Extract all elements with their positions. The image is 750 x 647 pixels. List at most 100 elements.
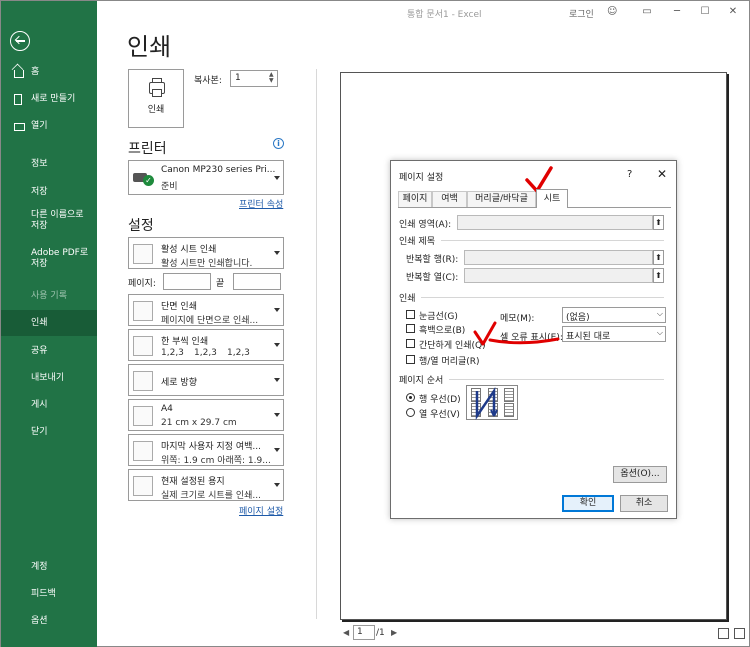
nav-item-publish[interactable]: 게시: [1, 392, 97, 418]
nav-item-export[interactable]: 내보내기: [1, 365, 97, 391]
cols-repeat-input[interactable]: [464, 268, 653, 283]
sign-in-link[interactable]: 로그인: [569, 7, 594, 20]
page-number-input[interactable]: 1: [353, 625, 375, 640]
collapse-dialog-icon[interactable]: ⬆: [653, 250, 664, 265]
zoom-to-page-icon[interactable]: [734, 628, 745, 639]
info-icon[interactable]: i: [273, 138, 284, 149]
nav-item-print[interactable]: 인쇄: [1, 310, 97, 336]
next-page-icon[interactable]: ▶: [391, 628, 397, 637]
printer-properties-link[interactable]: 프린터 속성: [239, 197, 283, 210]
tab-page[interactable]: 페이지: [398, 191, 432, 207]
cancel-button[interactable]: 취소: [620, 495, 668, 512]
paper-size-dropdown[interactable]: A4 21 cm x 29.7 cm: [128, 399, 284, 431]
page-total: /1: [376, 628, 385, 638]
draft-checkbox[interactable]: [406, 339, 415, 348]
sides-dropdown[interactable]: 단면 인쇄 페이지에 단면으로 인쇄...: [128, 294, 284, 326]
collapse-dialog-icon[interactable]: ⬆: [653, 268, 664, 283]
help-icon[interactable]: ?: [627, 169, 632, 180]
section-rule: [449, 379, 664, 380]
spin-arrows-icon[interactable]: ▲ ▼: [269, 72, 275, 85]
nav-item-home[interactable]: 홈: [1, 59, 97, 85]
margins-label: 마지막 사용자 지정 여백...: [161, 442, 261, 452]
close-icon[interactable]: ✕: [728, 7, 738, 17]
tab-sheet[interactable]: 시트: [536, 189, 568, 208]
nav-item-label: 인쇄: [31, 318, 48, 328]
tab-header-footer[interactable]: 머리글/바닥글: [467, 191, 536, 207]
rows-repeat-label: 반복할 행(R):: [406, 255, 459, 265]
headings-checkbox[interactable]: [406, 355, 415, 364]
nav-item-label: 저장: [31, 187, 48, 197]
rows-repeat-input[interactable]: [464, 250, 653, 265]
collate-label: 한 부씩 인쇄: [161, 337, 209, 347]
home-icon: [14, 70, 24, 78]
pages-from-input[interactable]: [163, 273, 211, 290]
collapse-dialog-icon[interactable]: ⬆: [653, 215, 664, 230]
print-button[interactable]: 인쇄: [128, 69, 184, 128]
printer-icon: [149, 78, 165, 97]
bw-checkbox[interactable]: [406, 324, 415, 333]
ribbon-display-icon[interactable]: ▭: [642, 7, 652, 17]
paper-size-icon: [133, 406, 153, 426]
nav-item-label: 게시: [31, 400, 48, 410]
down-then-over-label: 행 우선(D): [419, 395, 461, 405]
nav-item-save-pdf[interactable]: Adobe PDF로 저장: [1, 245, 91, 273]
order-arrow-icon: [475, 386, 498, 421]
dialog-close-icon[interactable]: ✕: [657, 167, 667, 181]
printer-dropdown[interactable]: Canon MP230 series Pri... 준비: [128, 160, 284, 195]
headings-label: 행/열 머리글(R): [419, 357, 480, 367]
printer-status: 준비: [161, 182, 178, 192]
margins-icon: [133, 441, 153, 461]
draft-label: 간단하게 인쇄(Q): [419, 341, 486, 351]
over-then-down-radio[interactable]: [406, 408, 415, 417]
backstage-nav: 홈 새로 만들기 열기 정보 저장 다른 이름으로 저장 Adobe PDF로 …: [1, 1, 97, 647]
show-margins-icon[interactable]: [718, 628, 729, 639]
chevron-down-icon: [274, 483, 280, 487]
copies-input[interactable]: 1 ▲ ▼: [230, 70, 278, 87]
page-setup-link[interactable]: 페이지 설정: [239, 504, 283, 517]
nav-item-save-as[interactable]: 다른 이름으로 저장: [1, 207, 91, 235]
print-scope-dropdown[interactable]: 활성 시트 인쇄 활성 시트만 인쇄합니다.: [128, 237, 284, 269]
print-button-label: 인쇄: [147, 105, 165, 115]
collate-seq-item: 1,2,3: [227, 348, 250, 358]
nav-item-open[interactable]: 열기: [1, 113, 97, 139]
orientation-dropdown[interactable]: 세로 방향: [128, 364, 284, 396]
maximize-icon[interactable]: ☐: [700, 7, 710, 17]
nav-item-info[interactable]: 정보: [1, 151, 97, 177]
pages-to-input[interactable]: [233, 273, 281, 290]
orientation-label: 세로 방향: [161, 378, 197, 388]
minimize-icon[interactable]: ─: [672, 7, 682, 17]
pages-range-row: 페이지: 끝: [128, 273, 284, 290]
collate-dropdown[interactable]: 한 부씩 인쇄 1,2,3 1,2,3 1,2,3: [128, 329, 284, 361]
print-area-input[interactable]: [457, 215, 653, 230]
margins-desc: 위쪽: 1.9 cm 아래쪽: 1.9...: [161, 456, 271, 466]
nav-item-save[interactable]: 저장: [1, 179, 97, 205]
nav-item-label: Adobe PDF로 저장: [31, 248, 89, 269]
nav-item-label: 사용 기록: [31, 291, 67, 301]
settings-section-title: 설정: [128, 218, 154, 234]
nav-item-label: 새로 만들기: [31, 94, 76, 104]
ok-button[interactable]: 확인: [562, 495, 614, 512]
back-arrow-icon[interactable]: [10, 31, 30, 51]
sides-desc: 페이지에 단면으로 인쇄...: [161, 316, 259, 326]
chevron-down-icon: [274, 378, 280, 382]
down-then-over-radio[interactable]: [406, 393, 415, 402]
margins-dropdown[interactable]: 마지막 사용자 지정 여백... 위쪽: 1.9 cm 아래쪽: 1.9...: [128, 434, 284, 466]
nav-item-account[interactable]: 계정: [1, 554, 97, 580]
errors-select[interactable]: 표시된 대로 ⌵: [562, 326, 666, 342]
nav-item-label: 내보내기: [31, 373, 65, 383]
nav-item-label: 피드백: [31, 589, 56, 599]
portrait-icon: [133, 371, 153, 391]
comments-select[interactable]: (없음) ⌵: [562, 307, 666, 323]
nav-item-feedback[interactable]: 피드백: [1, 581, 97, 607]
nav-item-options[interactable]: 옵션: [1, 608, 97, 634]
nav-item-new[interactable]: 새로 만들기: [1, 86, 97, 112]
tab-margins[interactable]: 여백: [432, 191, 467, 207]
nav-item-close[interactable]: 닫기: [1, 419, 97, 445]
options-button[interactable]: 옵션(O)...: [613, 466, 667, 483]
scaling-dropdown[interactable]: 현재 설정된 용지 실제 크기로 시트를 인쇄...: [128, 469, 284, 501]
sheet-grid-icon: [133, 244, 153, 264]
gridlines-checkbox[interactable]: [406, 310, 415, 319]
prev-page-icon[interactable]: ◀: [343, 628, 349, 637]
nav-item-share[interactable]: 공유: [1, 338, 97, 364]
smiley-feedback-icon[interactable]: ☺: [607, 7, 617, 17]
